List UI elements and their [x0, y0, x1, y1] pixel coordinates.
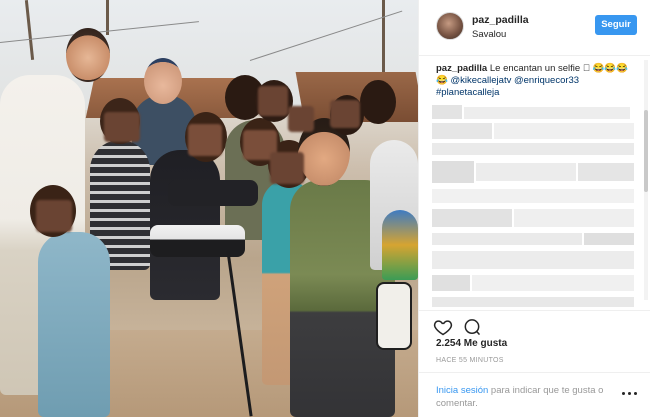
photo-camera	[150, 225, 245, 257]
mention-link[interactable]: @enriquecor33	[514, 75, 579, 86]
mention-link[interactable]: @kikecallejatv	[450, 75, 511, 86]
post-caption: paz_padilla Le encantan un selfie   😂😂😂 …	[436, 63, 631, 99]
blurred-face	[258, 86, 288, 116]
blurred-face	[104, 112, 140, 142]
follow-button[interactable]: Seguir	[595, 15, 637, 35]
comment-icon[interactable]	[462, 317, 482, 337]
post-actions	[419, 310, 650, 340]
photo-person-head	[144, 58, 182, 104]
photo-person-head	[360, 80, 396, 124]
post-sidebar: paz_padilla Savalou Seguir paz_padilla L…	[418, 0, 650, 417]
comments-section: paz_padilla Le encantan un selfie   😂😂😂 …	[419, 57, 643, 307]
hashtag-link[interactable]: #planetacalleja	[436, 87, 631, 99]
caption-text: Le encantan un selfie   😂😂😂	[489, 63, 629, 74]
photo-person	[38, 232, 110, 417]
post-location[interactable]: Savalou	[472, 29, 506, 40]
post-username[interactable]: paz_padilla	[472, 14, 529, 26]
more-options-icon[interactable]	[622, 390, 638, 398]
login-prompt: Inicia sesión para indicar que te gusta …	[436, 384, 616, 410]
post-timestamp: HACE 55 MINUTOS	[436, 357, 504, 364]
heart-icon[interactable]	[433, 317, 453, 337]
photo-person	[382, 210, 418, 280]
photo-camera	[168, 180, 258, 206]
caption-emoji: 😂	[436, 75, 448, 86]
photo-camera	[376, 282, 412, 350]
post-photo[interactable]	[0, 0, 418, 417]
instagram-post-modal: paz_padilla Savalou Seguir paz_padilla L…	[0, 0, 650, 417]
blurred-face	[270, 152, 304, 184]
post-footer: Inicia sesión para indicar que te gusta …	[419, 372, 650, 417]
comments-scrollbar-thumb[interactable]	[644, 110, 648, 192]
photo-person-head	[66, 28, 110, 82]
avatar[interactable]	[436, 12, 464, 40]
blurred-face	[36, 200, 72, 232]
blurred-face	[330, 100, 360, 128]
blurred-face	[288, 106, 314, 132]
post-header: paz_padilla Savalou Seguir	[419, 0, 650, 56]
caption-username[interactable]: paz_padilla	[436, 63, 487, 74]
blurred-face	[188, 124, 222, 156]
caption-line2: 😂 @kikecallejatv @enriquecor33	[436, 75, 631, 87]
login-link[interactable]: Inicia sesión	[436, 385, 488, 396]
likes-count[interactable]: 2.254 Me gusta	[436, 338, 507, 349]
blurred-comments	[432, 105, 634, 307]
